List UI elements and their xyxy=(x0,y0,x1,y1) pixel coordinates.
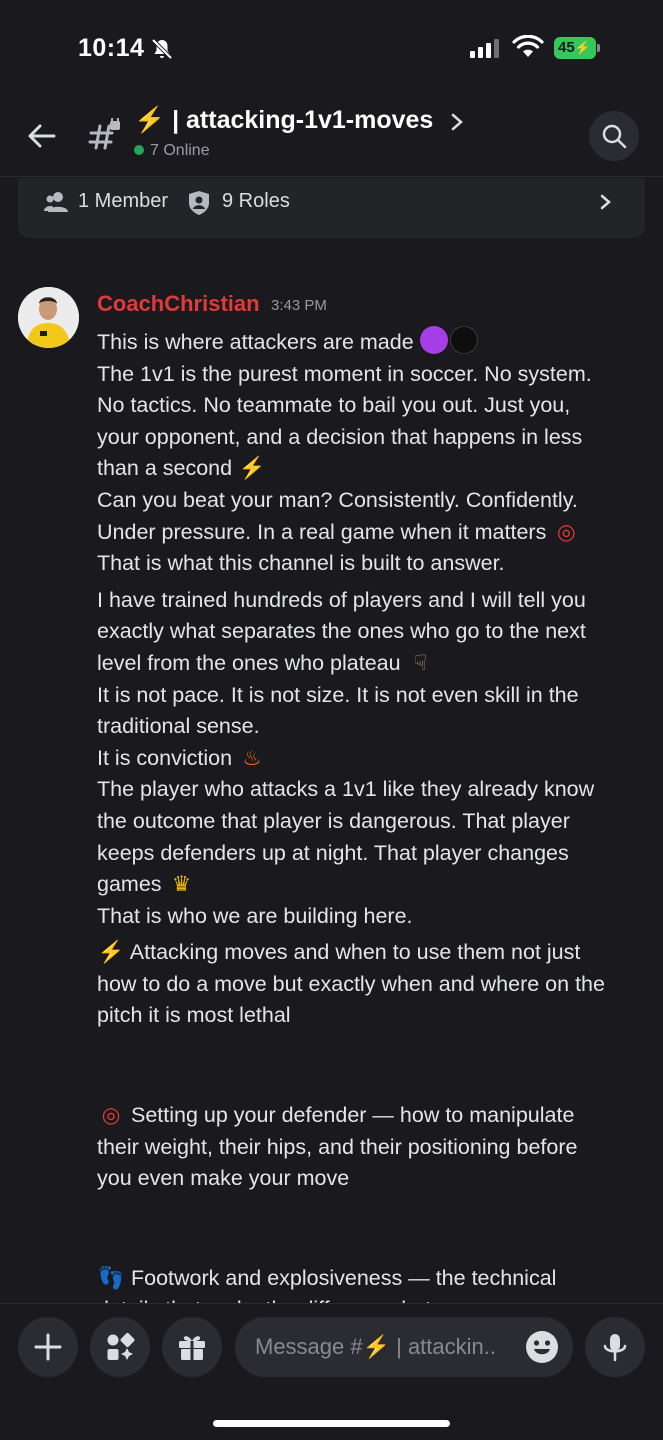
avatar-image xyxy=(18,287,79,348)
message-line: ◎ Setting up your defender — how to mani… xyxy=(97,1100,645,1132)
roles-shield-icon xyxy=(189,191,209,215)
message-body: This is where attackers are made The 1v1… xyxy=(97,326,645,1331)
chevron-right-icon[interactable] xyxy=(448,112,466,132)
message-input-placeholder: Message #⚡️ | attackin.. xyxy=(255,1334,496,1359)
message-timestamp: 3:43 PM xyxy=(271,297,327,314)
search-button[interactable] xyxy=(589,111,639,161)
message-line: you even make your move xyxy=(97,1166,350,1191)
message-line: No tactics. No teammate to bail you out.… xyxy=(97,393,571,418)
cellular-signal-icon xyxy=(470,39,499,58)
channel-title[interactable]: ⚡️ | attacking-1v1-moves xyxy=(134,106,433,135)
microphone-icon xyxy=(603,1334,627,1362)
bell-muted-icon xyxy=(151,38,173,60)
message-line: traditional sense. xyxy=(97,714,260,739)
chevron-right-icon xyxy=(600,194,611,210)
footprints-emoji: 👣 xyxy=(97,1265,125,1290)
add-attachment-button[interactable] xyxy=(18,1317,78,1377)
apps-icon xyxy=(107,1333,135,1360)
message-line: It is not pace. It is not size. It is no… xyxy=(97,682,579,707)
message-line: I have trained hundreds of players and I… xyxy=(97,587,586,612)
battery-cap xyxy=(597,44,600,52)
message-line: keeps defenders up at night. That player… xyxy=(97,840,569,865)
target-emoji: ◎ xyxy=(556,519,576,544)
message-line: than a second ⚡ xyxy=(97,453,645,485)
message-line: The player who attacks a 1v1 like they a… xyxy=(97,777,595,802)
message-line: level from the ones who plateau ☟ xyxy=(97,648,645,680)
target-emoji: ◎ xyxy=(101,1103,121,1128)
message-paragraph: ◎ Setting up your defender — how to mani… xyxy=(97,1100,645,1195)
message-composer: Message #⚡️ | attackin.. xyxy=(0,1303,663,1440)
battery-indicator: 45⚡ xyxy=(554,37,600,59)
search-icon xyxy=(602,124,627,149)
gift-button[interactable] xyxy=(162,1317,222,1377)
message-line: the outcome that player is dangerous. Th… xyxy=(97,808,570,833)
message-line: 👣 Footwork and explosiveness — the techn… xyxy=(97,1263,645,1295)
back-arrow-icon[interactable] xyxy=(26,120,58,152)
message-line: their weight, their hips, and their posi… xyxy=(97,1134,578,1159)
online-status-dot xyxy=(134,145,144,155)
message-line: pitch it is most lethal xyxy=(97,1003,291,1028)
gift-icon xyxy=(179,1336,205,1360)
message-line: It is conviction ♨ xyxy=(97,743,645,775)
pointing-down-emoji: ☟ xyxy=(414,650,428,675)
message-line: ⚡ Attacking moves and when to use them n… xyxy=(97,937,645,969)
message-line: That is who we are building here. xyxy=(97,903,413,928)
locked-channel-hash-icon xyxy=(88,118,120,150)
member-count: 1 Member xyxy=(78,190,169,212)
emoji-picker-icon[interactable] xyxy=(525,1330,559,1364)
message-line: Can you beat your man? Consistently. Con… xyxy=(97,487,578,512)
role-count: 9 Roles xyxy=(222,190,290,212)
message-line: Under pressure. In a real game when it m… xyxy=(97,517,645,549)
purple-circle-emoji xyxy=(419,326,448,354)
status-bar: 10:14 45⚡ xyxy=(0,0,663,100)
online-count: 7 Online xyxy=(134,142,210,160)
message-line: games ♛ xyxy=(97,869,645,901)
message-paragraph: ⚡ Attacking moves and when to use them n… xyxy=(97,937,645,1032)
message-line: exactly what separates the ones who go t… xyxy=(97,619,586,644)
status-time: 10:14 xyxy=(78,34,145,62)
message-line: how to do a move but exactly when and wh… xyxy=(97,971,605,996)
message-line: That is what this channel is built to an… xyxy=(97,551,505,576)
message-paragraph: This is where attackers are made The 1v1… xyxy=(97,326,645,580)
wifi-icon xyxy=(512,35,544,57)
crown-emoji: ♛ xyxy=(171,872,192,897)
fire-emoji: ♨ xyxy=(242,745,262,770)
voice-message-button[interactable] xyxy=(585,1317,645,1377)
message-line: The 1v1 is the purest moment in soccer. … xyxy=(97,361,592,386)
members-icon xyxy=(44,192,68,212)
message-line: your opponent, and a decision that happe… xyxy=(97,424,583,449)
lightning-emoji: ⚡ xyxy=(97,940,125,965)
message-paragraph: I have trained hundreds of players and I… xyxy=(97,585,645,933)
home-indicator[interactable] xyxy=(213,1420,450,1427)
apps-button[interactable] xyxy=(90,1317,150,1377)
message-input[interactable]: Message #⚡️ | attackin.. xyxy=(235,1317,573,1377)
message-author[interactable]: CoachChristian xyxy=(97,291,260,317)
avatar[interactable] xyxy=(18,287,79,348)
channel-info-card[interactable]: 1 Member 9 Roles xyxy=(18,178,645,238)
black-circle-emoji xyxy=(449,326,478,354)
battery-level: 45⚡ xyxy=(554,37,596,59)
plus-icon xyxy=(34,1333,62,1361)
channel-header: ⚡️ | attacking-1v1-moves 7 Online xyxy=(0,100,663,177)
lightning-emoji: ⚡ xyxy=(238,456,266,481)
message-line: This is where attackers are made xyxy=(97,326,645,359)
